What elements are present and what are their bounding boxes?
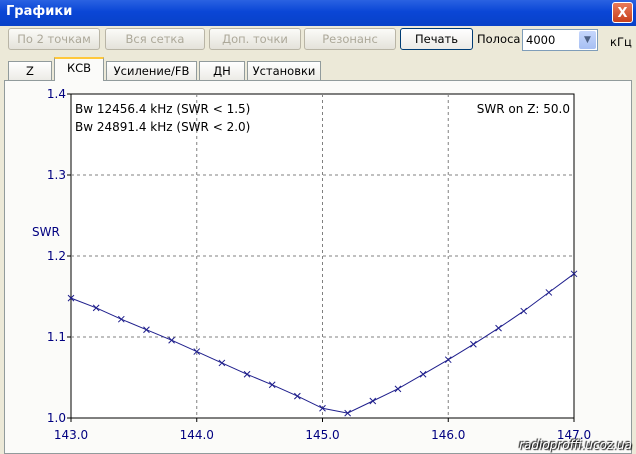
y-tick-label: 1.0 <box>47 411 66 425</box>
x-tick-label: 143.0 <box>54 428 88 442</box>
y-tick-label: 1.4 <box>47 87 66 101</box>
x-tick-label: 146.0 <box>431 428 465 442</box>
y-tick-label: 1.3 <box>47 168 66 182</box>
y-tick-label: 1.1 <box>47 330 66 344</box>
z-annotation: SWR on Z: 50.0 <box>477 102 570 116</box>
x-tick-label: 144.0 <box>180 428 214 442</box>
tab-swr[interactable]: КСВ <box>54 57 104 81</box>
watermark: radioproffi.ucoz.ua <box>519 438 632 452</box>
y-tick-label: 1.2 <box>47 249 66 263</box>
bandwidth-annotation-1: Bw 12456.4 kHz (SWR < 1.5) <box>75 102 250 116</box>
bandwidth-annotation-2: Bw 24891.4 kHz (SWR < 2.0) <box>75 120 250 134</box>
y-axis-label: SWR <box>32 225 60 239</box>
x-tick-label: 145.0 <box>305 428 339 442</box>
